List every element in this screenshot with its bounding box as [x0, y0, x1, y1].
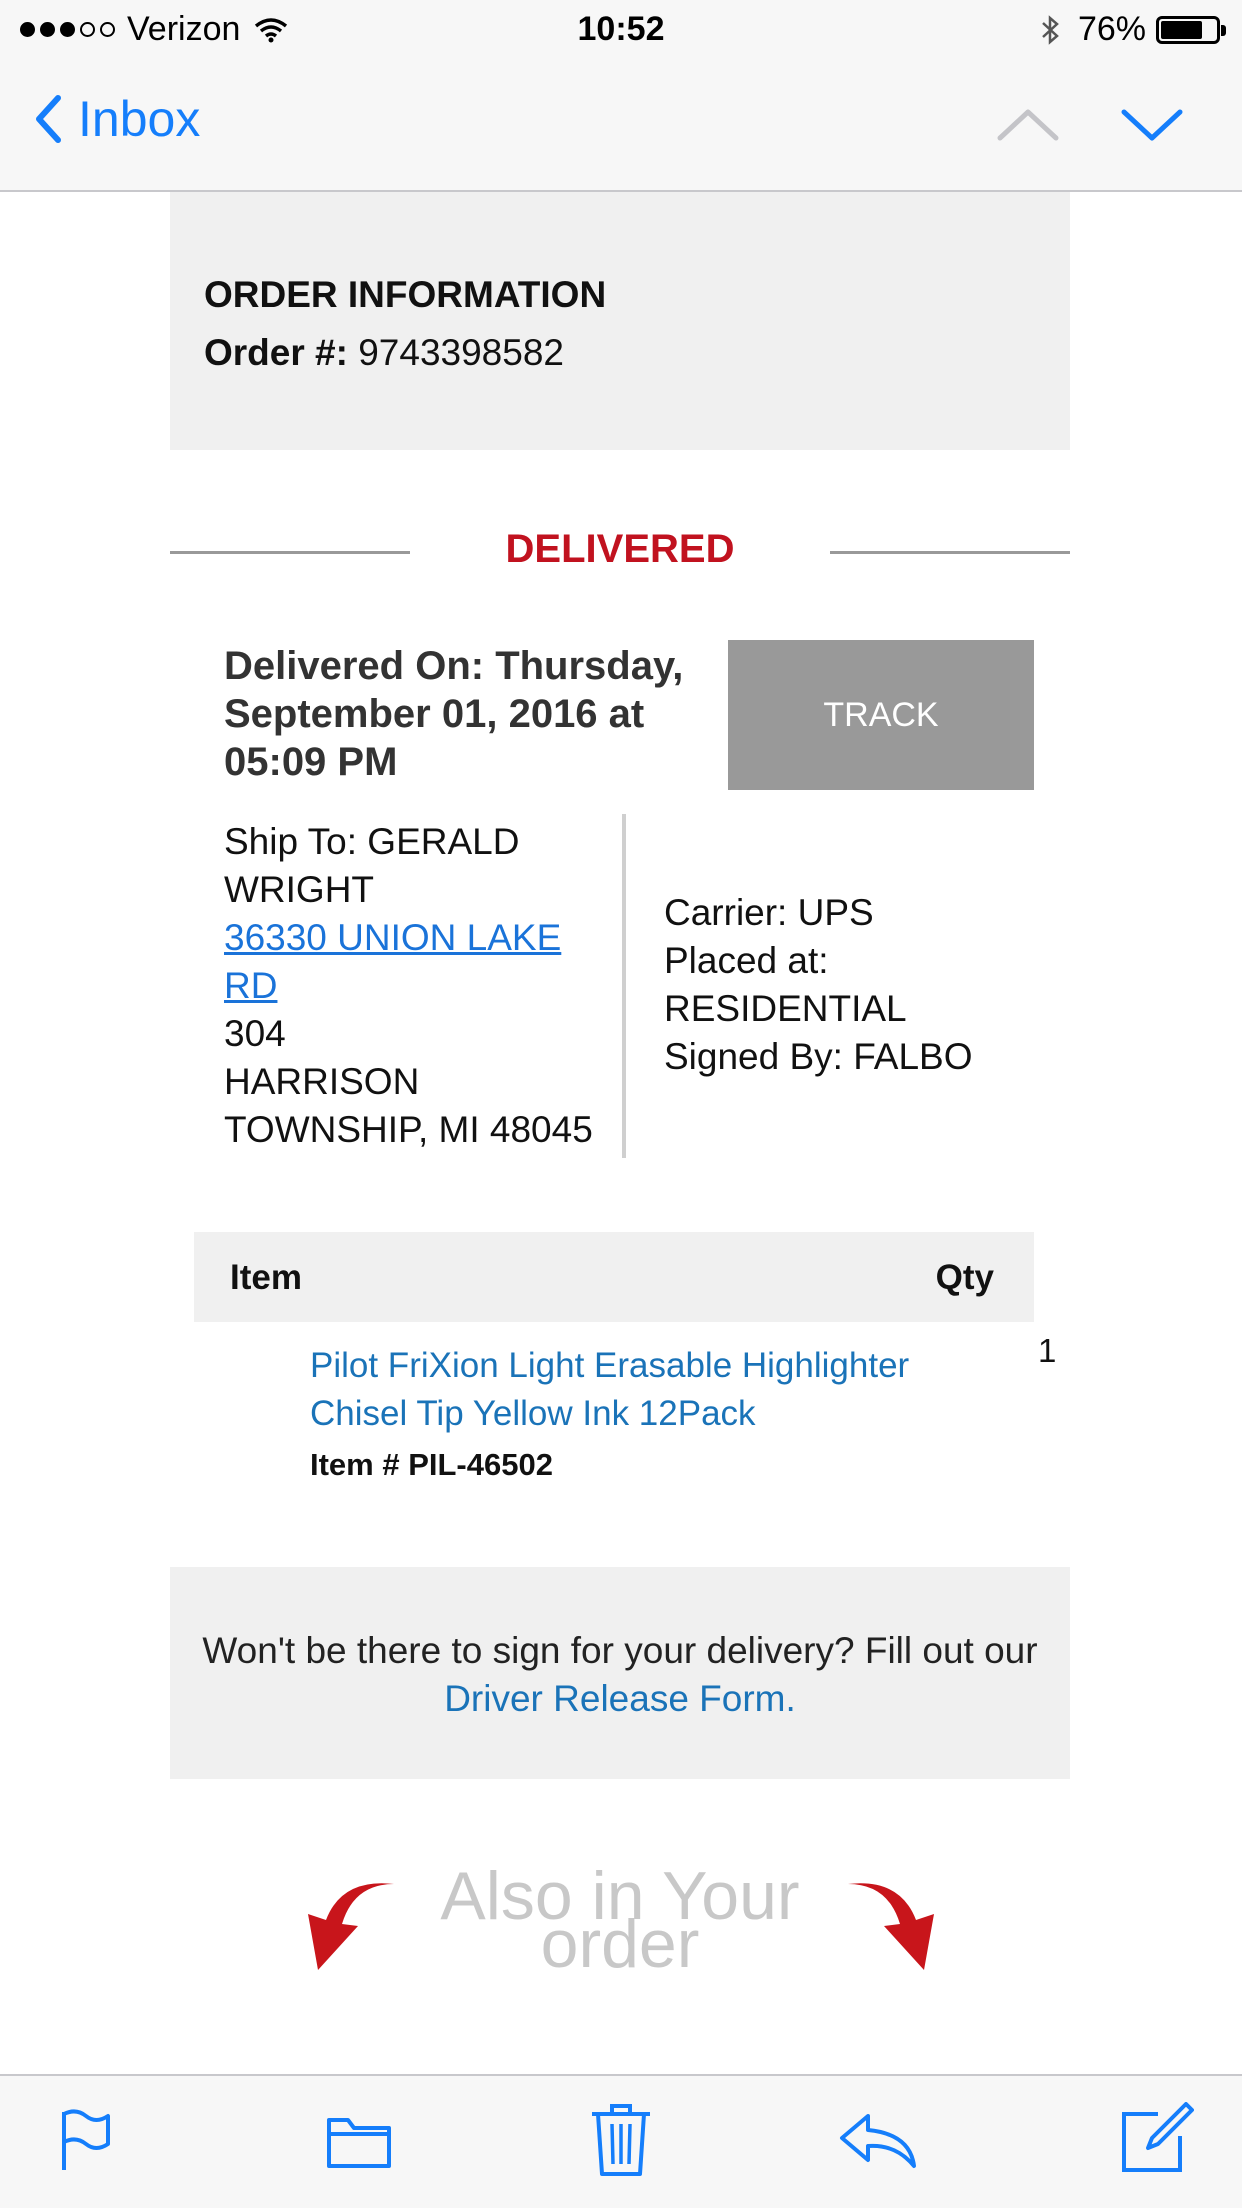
carrier-info: Carrier: UPS Placed at: RESIDENTIAL Sign…	[664, 889, 1064, 1081]
address-city-state-zip: HARRISON TOWNSHIP, MI 48045	[224, 1061, 593, 1150]
item-qty: 1	[1038, 1332, 1057, 1369]
vertical-divider	[622, 814, 626, 1158]
email-body[interactable]: ORDER INFORMATION Order #: 9743398582 DE…	[0, 192, 1242, 2074]
chevron-left-icon	[36, 95, 61, 143]
bluetooth-icon	[1042, 14, 1059, 45]
table-row: Pilot FriXion Light Erasable Highlighter…	[194, 1332, 1074, 1492]
reply-icon[interactable]	[838, 2110, 918, 2170]
column-header-qty: Qty	[935, 1258, 994, 1297]
item-name-link[interactable]: Pilot FriXion Light Erasable Highlighter…	[310, 1342, 950, 1438]
items-table-header: Item Qty	[194, 1232, 1034, 1322]
compose-icon[interactable]	[1120, 2102, 1194, 2174]
order-number-label: Order #:	[204, 332, 348, 373]
also-in-your-order-banner: Also in Your order	[300, 1862, 940, 1990]
delivered-on-date: Delivered On: Thursday, September 01, 20…	[224, 644, 684, 784]
driver-release-form-link[interactable]: Driver Release Form.	[444, 1678, 796, 1719]
back-to-inbox-button[interactable]: Inbox	[34, 90, 200, 148]
address-link[interactable]: 36330 UNION LAKE RD	[224, 917, 561, 1006]
folder-icon[interactable]	[326, 2114, 392, 2170]
next-message-chevron-down-icon[interactable]	[1118, 100, 1186, 150]
driver-release-prompt: Won't be there to sign for your delivery…	[202, 1630, 1038, 1671]
delivery-status: DELIVERED	[505, 527, 735, 571]
red-curved-arrow-down-right-icon	[848, 1883, 934, 1970]
order-number-line: Order #: 9743398582	[204, 332, 564, 374]
status-bar: Verizon 10:52 76%	[0, 0, 1242, 62]
battery-percent: 76%	[1077, 10, 1146, 48]
delivery-status-row: DELIVERED	[170, 527, 1070, 587]
bottom-toolbar	[0, 2074, 1242, 2208]
placed-at-line: Placed at: RESIDENTIAL	[664, 940, 907, 1029]
order-number-value: 9743398582	[358, 332, 564, 373]
ship-to-address: Ship To: GERALD WRIGHT 36330 UNION LAKE …	[224, 818, 624, 1154]
carrier-name-line: Carrier: UPS	[664, 892, 874, 933]
address-unit: 304	[224, 1013, 286, 1054]
order-information-box: ORDER INFORMATION Order #: 9743398582	[170, 192, 1070, 450]
order-section-title: ORDER INFORMATION	[204, 274, 607, 315]
previous-message-chevron-up-icon[interactable]	[994, 100, 1062, 150]
driver-release-text: Won't be there to sign for your delivery…	[170, 1627, 1070, 1723]
driver-release-box: Won't be there to sign for your delivery…	[170, 1567, 1070, 1779]
column-header-item: Item	[230, 1258, 302, 1297]
battery-icon	[1156, 15, 1226, 44]
ship-to-name: Ship To: GERALD WRIGHT	[224, 821, 520, 910]
track-button[interactable]: TRACK	[728, 640, 1034, 790]
status-right: 76%	[1040, 10, 1226, 49]
divider-right	[830, 551, 1070, 554]
item-sku: Item # PIL-46502	[310, 1447, 553, 1482]
back-label: Inbox	[78, 91, 201, 147]
signed-by-line: Signed By: FALBO	[664, 1036, 973, 1077]
trash-icon[interactable]	[590, 2102, 652, 2178]
flag-icon[interactable]	[58, 2106, 114, 2172]
navigation-bar: Inbox	[0, 62, 1242, 192]
